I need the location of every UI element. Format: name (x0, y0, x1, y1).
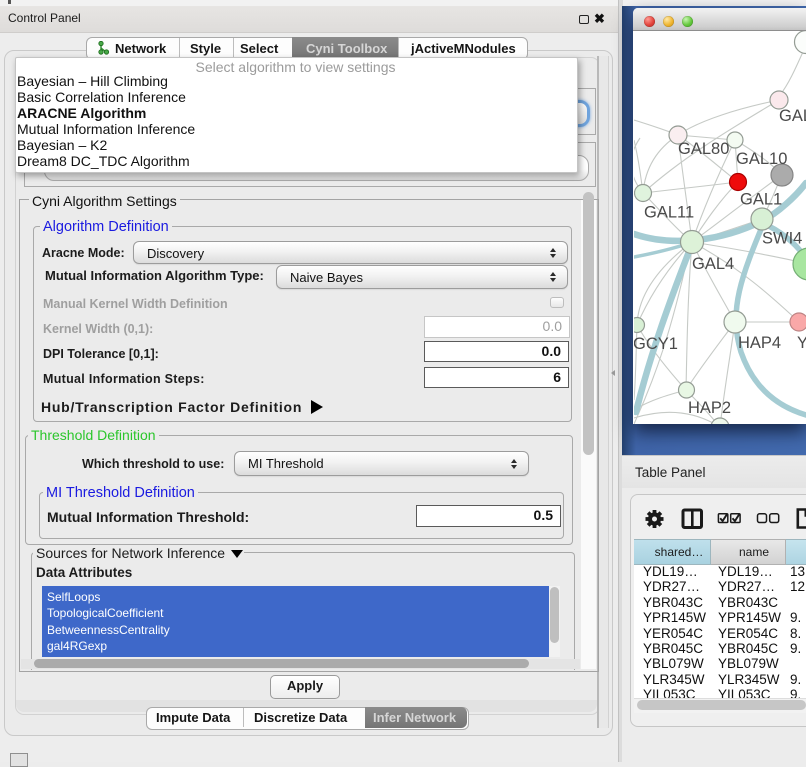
svg-text:HAP4: HAP4 (738, 334, 781, 352)
svg-text:GAL80: GAL80 (678, 140, 729, 158)
svg-text:GAL10: GAL10 (736, 150, 787, 168)
svg-text:GAL11: GAL11 (644, 204, 694, 222)
svg-text:GAL7: GAL7 (779, 107, 806, 125)
svg-text:GAL1: GAL1 (740, 191, 782, 209)
svg-text:HAP2: HAP2 (688, 399, 731, 417)
svg-text:SWI4: SWI4 (762, 230, 802, 248)
svg-text:Y: Y (797, 334, 806, 352)
svg-text:GAL4: GAL4 (692, 255, 734, 273)
svg-text:GCY1: GCY1 (634, 335, 678, 353)
